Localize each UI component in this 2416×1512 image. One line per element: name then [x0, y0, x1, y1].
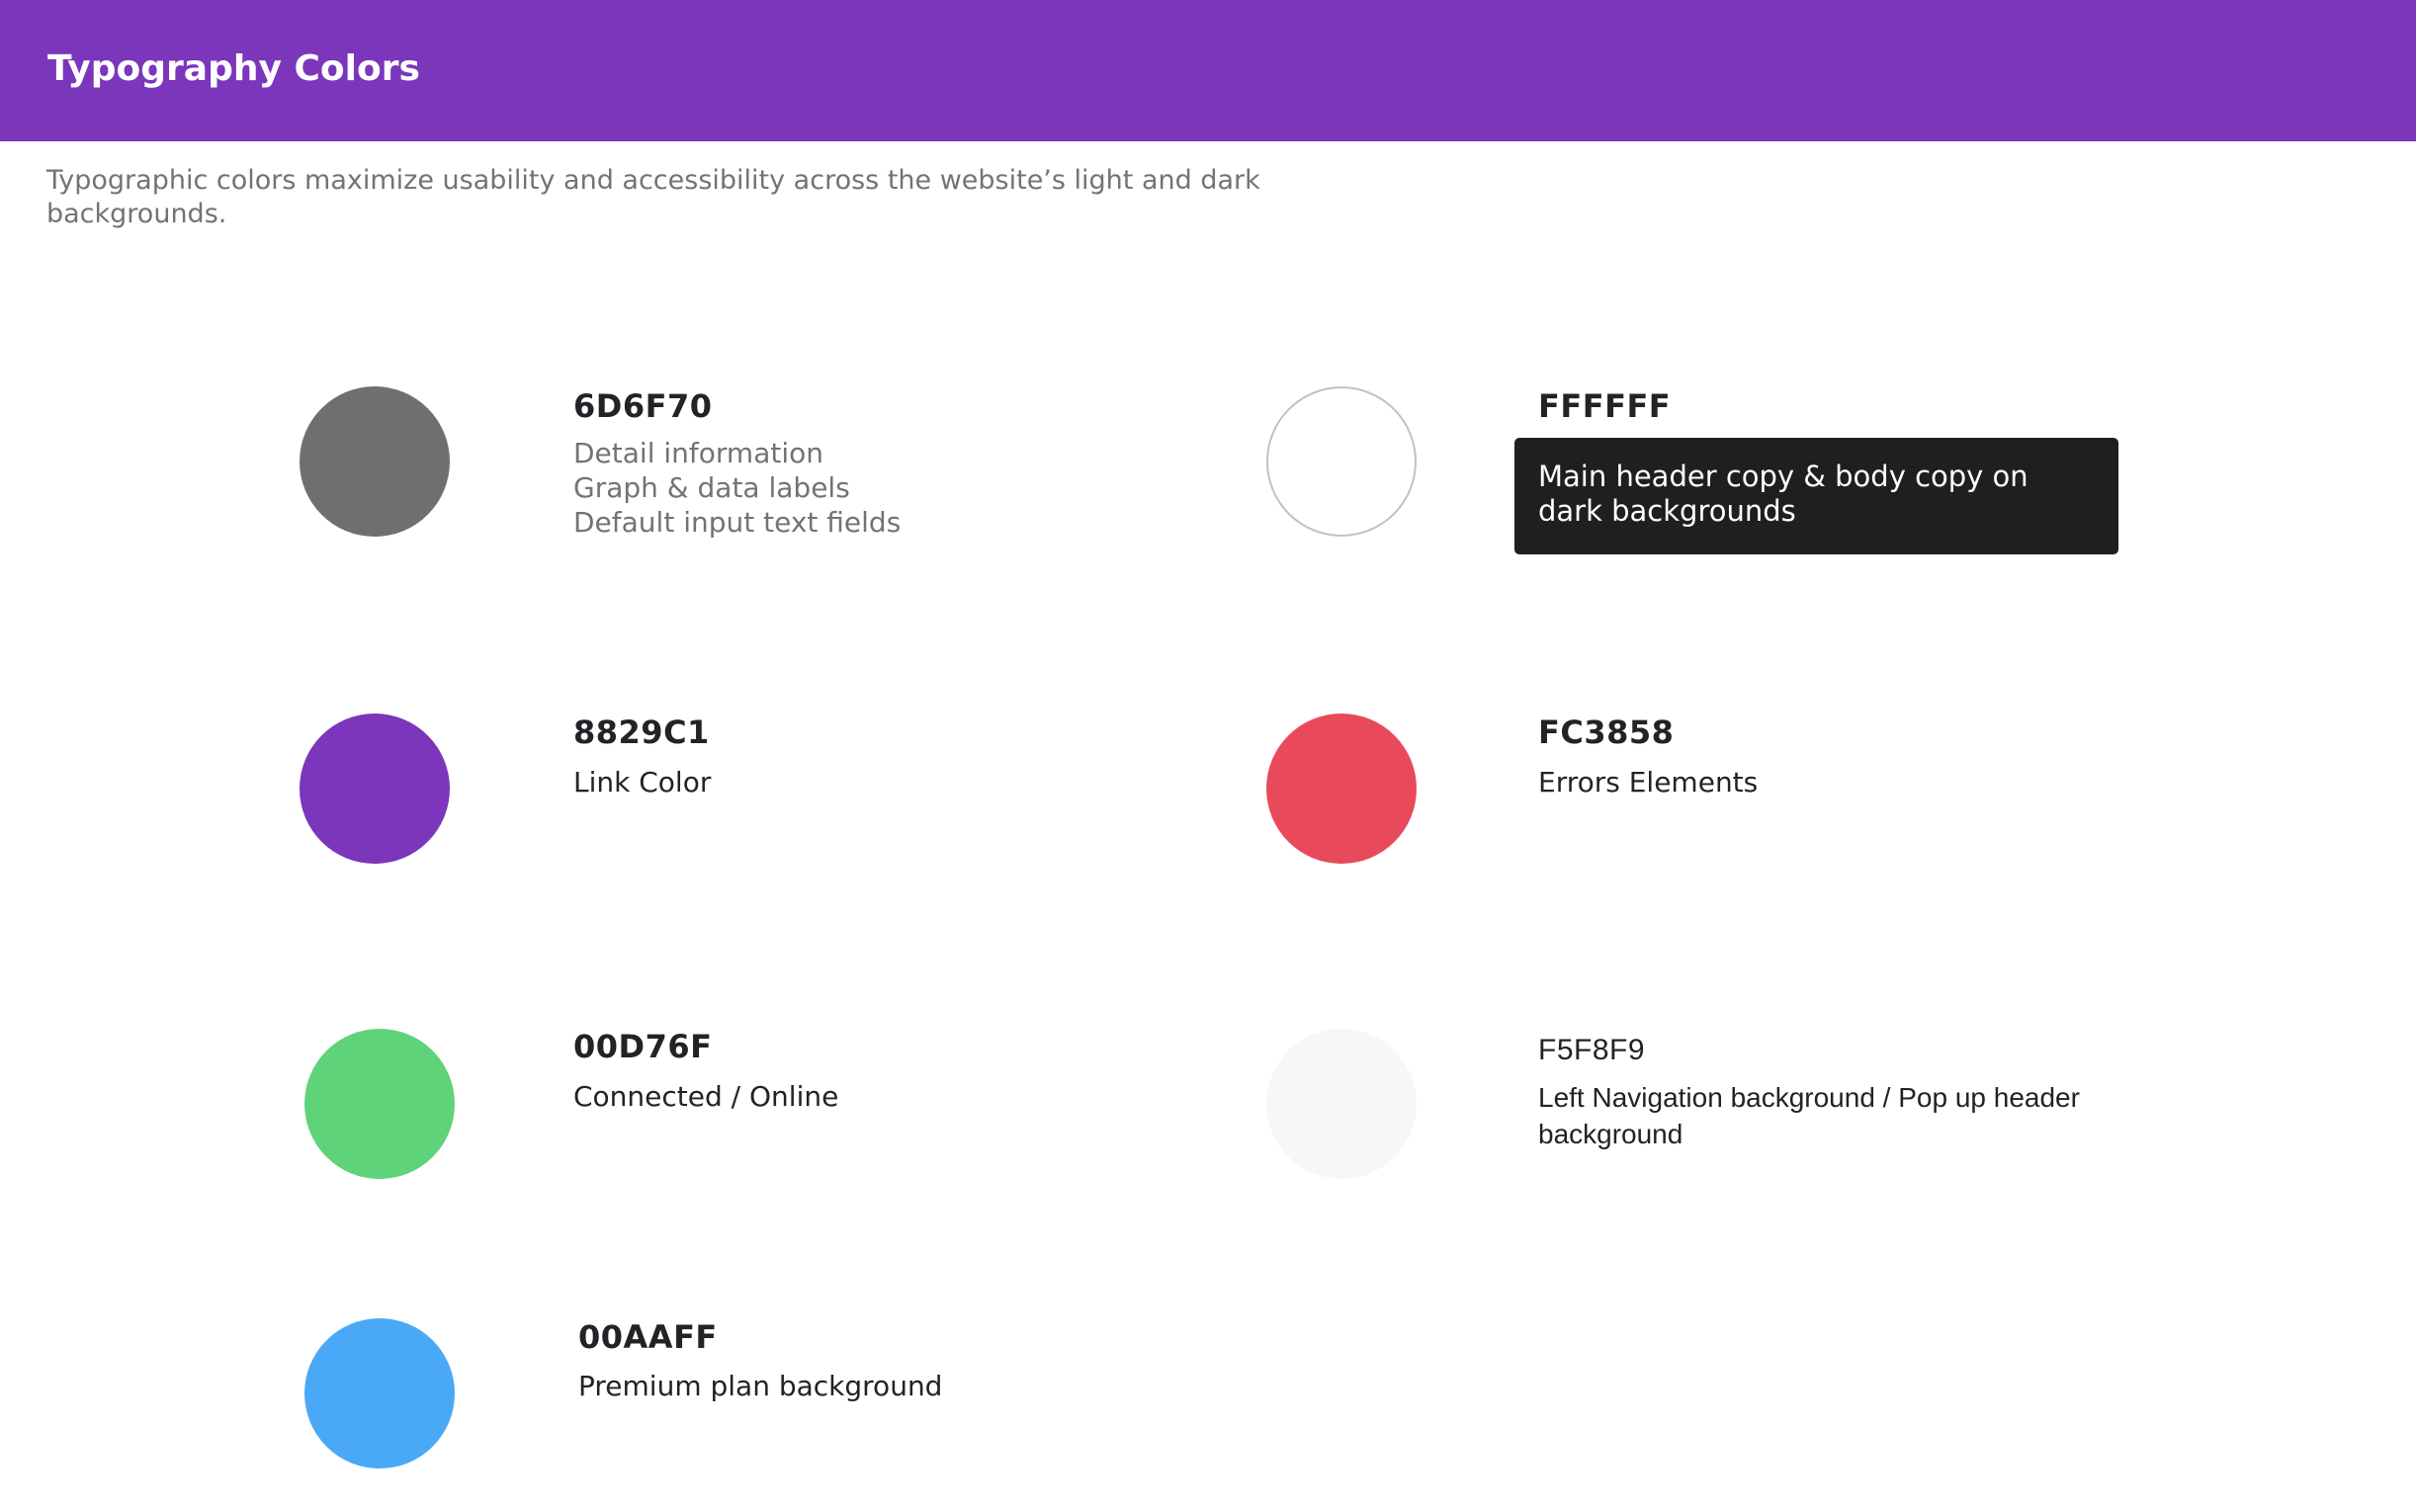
usage-item: Graph & data labels	[573, 471, 850, 504]
usage-item: Link Color	[573, 766, 712, 798]
usage-list-00aaff: Premium plan background	[578, 1369, 942, 1403]
color-swatch-8829c1	[300, 714, 450, 864]
usage-item: Main header copy & body copy on dark bac…	[1538, 460, 2028, 528]
color-swatch-ffffff	[1266, 386, 1417, 537]
usage-item: Detail information	[573, 437, 823, 469]
usage-list-00d76f: Connected / Online	[573, 1079, 838, 1114]
usage-item: Errors Elements	[1538, 766, 1759, 798]
hex-code-8829c1: 8829C1	[573, 714, 710, 751]
usage-item: Premium plan background	[578, 1370, 943, 1402]
hex-code-fc3858: FC3858	[1538, 714, 1675, 751]
color-swatch-6d6f70	[300, 386, 450, 537]
page-title: Typography Colors	[47, 48, 420, 89]
hex-code-00d76f: 00D76F	[573, 1028, 713, 1065]
usage-text-f5f8f9: Left Navigation background / Pop up head…	[1538, 1082, 2080, 1149]
usage-item: Default input text fields	[573, 506, 902, 539]
color-swatch-f5f8f9	[1266, 1029, 1417, 1179]
usage-list-fc3858: Errors Elements	[1538, 765, 1758, 799]
hex-code-00aaff: 00AAFF	[578, 1318, 718, 1356]
dark-background-sample: Main header copy & body copy on dark bac…	[1514, 438, 2118, 554]
usage-list-8829c1: Link Color	[573, 765, 711, 799]
usage-item: Connected / Online	[573, 1080, 839, 1113]
hex-code-f5f8f9: F5F8F9	[1538, 1034, 1646, 1066]
color-swatch-fc3858	[1266, 714, 1417, 864]
color-swatch-00d76f	[304, 1029, 455, 1179]
color-swatch-00aaff	[304, 1318, 455, 1469]
hex-code-ffffff: FFFFFF	[1538, 387, 1672, 425]
intro-text: Typographic colors maximize usability an…	[46, 165, 1260, 229]
usage-list-6d6f70: Detail information Graph & data labels D…	[573, 436, 901, 540]
hex-code-6d6f70: 6D6F70	[573, 387, 713, 425]
